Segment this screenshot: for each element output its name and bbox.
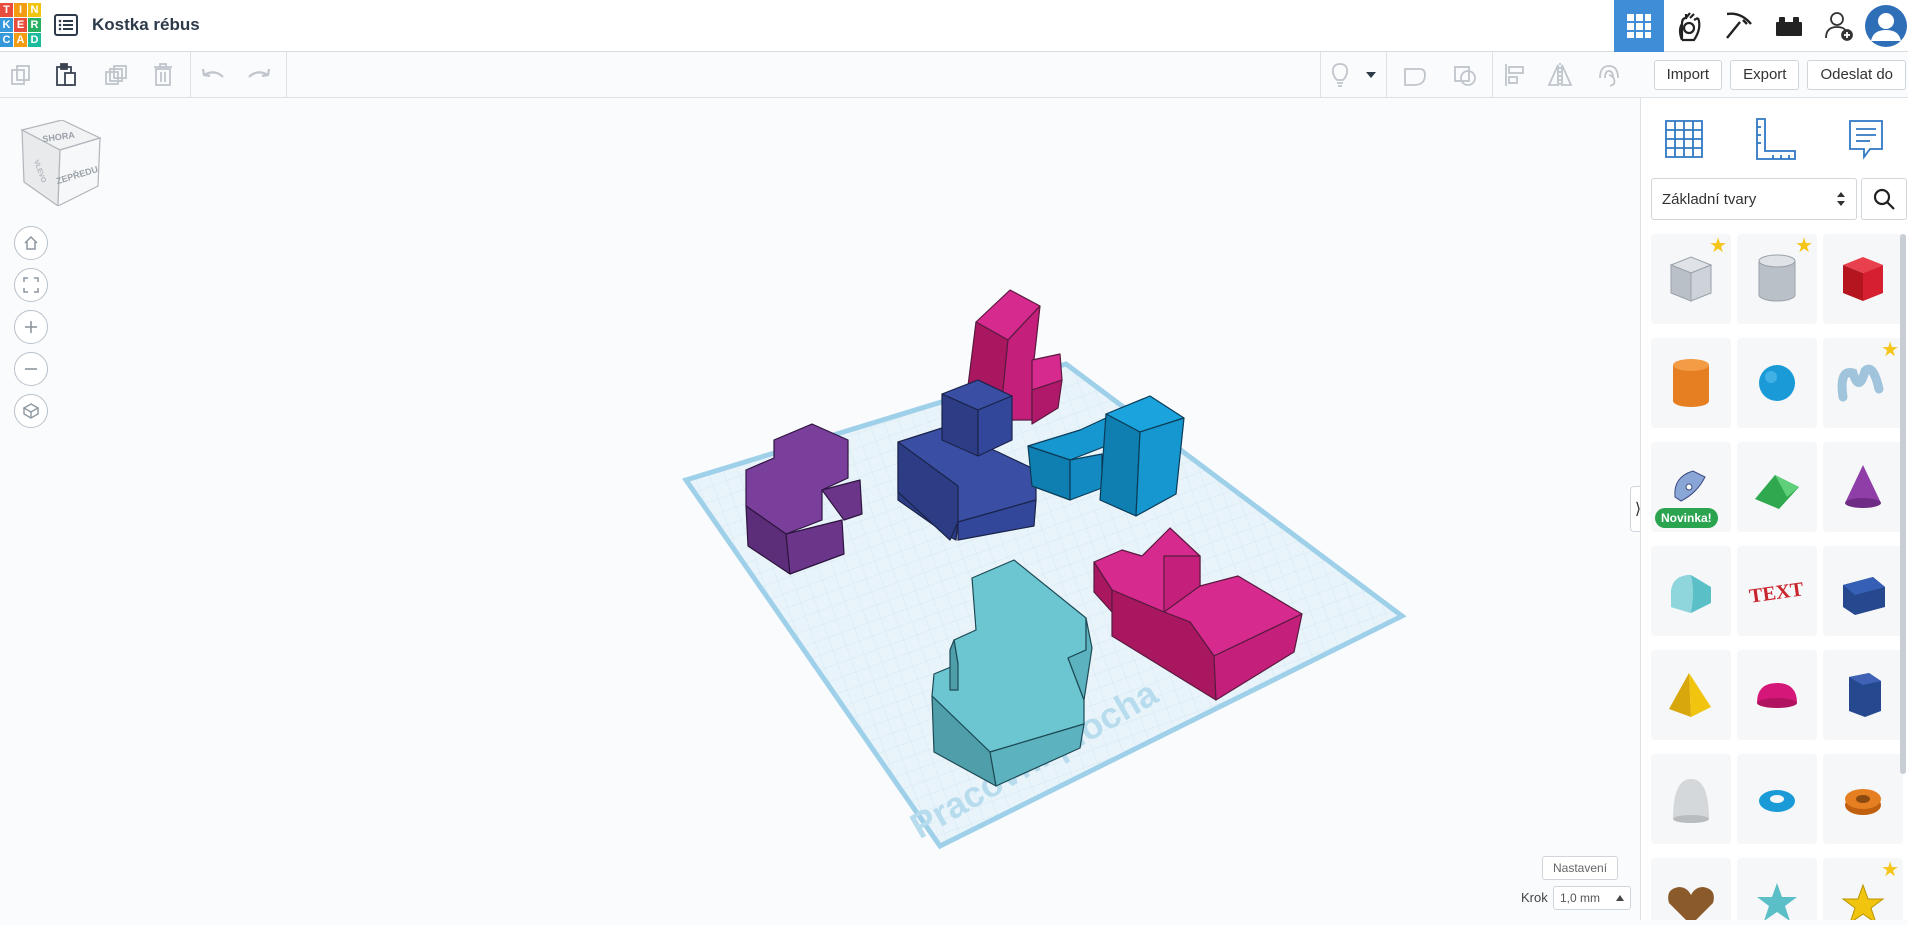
align-icon[interactable] (1500, 60, 1530, 90)
shape-search-button[interactable] (1861, 178, 1907, 220)
star-icon (1757, 883, 1797, 920)
logo-letter: D (28, 33, 41, 47)
brick-icon[interactable] (1764, 0, 1814, 52)
search-icon (1873, 188, 1895, 210)
half-sphere-icon (1757, 683, 1797, 708)
shape-tile-roof[interactable] (1737, 442, 1817, 532)
workplane-grid-icon[interactable] (1657, 112, 1711, 166)
top-right-icons (1614, 0, 1908, 52)
undo-icon[interactable] (198, 60, 228, 90)
torus-icon (1759, 790, 1795, 812)
cruise-magnet-icon[interactable] (1594, 60, 1624, 90)
ruler-icon[interactable] (1748, 112, 1802, 166)
shapes-panel: Základní tvary ★ ★ ★ Novinka! TEXT ★ (1640, 98, 1908, 920)
sphere-icon (1759, 365, 1795, 401)
favorite-star-icon: ★ (1709, 235, 1727, 257)
panel-scrollbar[interactable] (1900, 234, 1906, 774)
shape-tile-box[interactable] (1823, 234, 1903, 324)
box-icon (1843, 257, 1883, 301)
light-bulb-icon[interactable] (1325, 60, 1355, 90)
tube-icon (1845, 789, 1881, 815)
caret-up-icon (1616, 895, 1624, 901)
paraboloid-icon (1673, 779, 1709, 823)
text-icon: TEXT (1748, 578, 1806, 607)
panel-view-icons (1657, 112, 1893, 166)
delete-icon[interactable] (148, 60, 178, 90)
logo-letter: E (14, 18, 27, 32)
polygon-icon (1849, 673, 1881, 717)
cylinder-icon (1673, 359, 1709, 407)
favorite-star-icon: ★ (1795, 235, 1813, 257)
design-title[interactable]: Kostka rébus (92, 15, 200, 35)
favorite-star-icon: ★ (1881, 339, 1899, 361)
shape-tile-box-hole[interactable]: ★ (1651, 234, 1731, 324)
shape-tile-pyramid[interactable] (1651, 650, 1731, 740)
add-user-icon[interactable] (1814, 0, 1864, 52)
settings-button[interactable]: Nastavení (1542, 856, 1619, 880)
shape-tile-paraboloid[interactable] (1651, 754, 1731, 844)
mirror-icon[interactable] (1545, 60, 1575, 90)
shape-tile-torus[interactable] (1737, 754, 1817, 844)
favorite-star-icon: ★ (1881, 859, 1899, 881)
file-actions: Import Export Odeslat do (1640, 52, 1908, 98)
redo-icon[interactable] (244, 60, 274, 90)
roof-icon (1755, 475, 1799, 509)
snap-grid-value: 1,0 mm (1560, 891, 1601, 905)
user-avatar-icon[interactable] (1864, 0, 1908, 52)
top-bar: TIN KER CAD Kostka rébus (0, 0, 1908, 52)
minecraft-pickaxe-icon[interactable] (1714, 0, 1764, 52)
3d-design-grid-icon[interactable] (1614, 0, 1664, 52)
logo-letter: N (28, 3, 41, 17)
new-badge: Novinka! (1655, 508, 1718, 528)
copy-icon[interactable] (6, 60, 36, 90)
circuits-hand-icon[interactable] (1664, 0, 1714, 52)
logo-letter: K (0, 18, 13, 32)
send-to-button[interactable]: Odeslat do (1807, 59, 1906, 90)
duplicate-icon[interactable] (101, 60, 131, 90)
shape-tile-cone[interactable] (1823, 442, 1903, 532)
design-list-icon[interactable] (54, 14, 78, 36)
chevron-down-icon[interactable] (1361, 60, 1381, 90)
shape-tile-half-sphere[interactable] (1737, 650, 1817, 740)
logo-letter: T (0, 3, 13, 17)
shape-tile-text[interactable]: TEXT (1737, 546, 1817, 636)
shape-tile-cylinder-hole[interactable]: ★ (1737, 234, 1817, 324)
import-button[interactable]: Import (1653, 59, 1723, 90)
edit-toolbar (0, 52, 1640, 98)
step-label: Krok (1521, 890, 1548, 905)
heart-icon (1668, 887, 1714, 920)
shape-tile-scribble[interactable]: ★ (1823, 338, 1903, 428)
export-button[interactable]: Export (1730, 59, 1800, 90)
notes-icon[interactable] (1839, 112, 1893, 166)
workplane-scene[interactable]: Pracovní plocha (0, 98, 1640, 920)
shape-tile-star[interactable] (1737, 858, 1817, 920)
shape-tile-shape-generator[interactable]: Novinka! (1651, 442, 1731, 532)
logo-letter: A (14, 33, 27, 47)
shape-grid: ★ ★ ★ Novinka! TEXT ★ (1651, 234, 1903, 920)
shape-tile-wedge[interactable] (1823, 546, 1903, 636)
ungroup-icon[interactable] (1450, 60, 1480, 90)
shape-tile-star-favorite[interactable]: ★ (1823, 858, 1903, 920)
paste-icon[interactable] (51, 60, 81, 90)
shape-tile-heart[interactable] (1651, 858, 1731, 920)
shape-library-value: Základní tvary (1662, 190, 1757, 208)
pyramid-icon (1669, 673, 1711, 717)
logo-letter: R (28, 18, 41, 32)
shape-tile-round-roof[interactable] (1651, 546, 1731, 636)
shape-tile-tube[interactable] (1823, 754, 1903, 844)
logo-letter: C (0, 33, 13, 47)
shape-library-select[interactable]: Základní tvary (1651, 178, 1857, 220)
snap-grid-select[interactable]: 1,0 mm (1553, 886, 1631, 910)
cone-icon (1845, 465, 1881, 508)
round-roof-icon (1671, 575, 1711, 613)
shape-tile-sphere[interactable] (1737, 338, 1817, 428)
shape-tile-cylinder[interactable] (1651, 338, 1731, 428)
svg-text:TEXT: TEXT (1748, 578, 1806, 607)
logo-letter: I (14, 3, 27, 17)
wedge-icon (1843, 577, 1885, 615)
group-icon[interactable] (1400, 60, 1430, 90)
shape-tile-polygon[interactable] (1823, 650, 1903, 740)
tinkercad-logo[interactable]: TIN KER CAD (0, 3, 41, 49)
select-arrows-icon (1837, 192, 1845, 206)
